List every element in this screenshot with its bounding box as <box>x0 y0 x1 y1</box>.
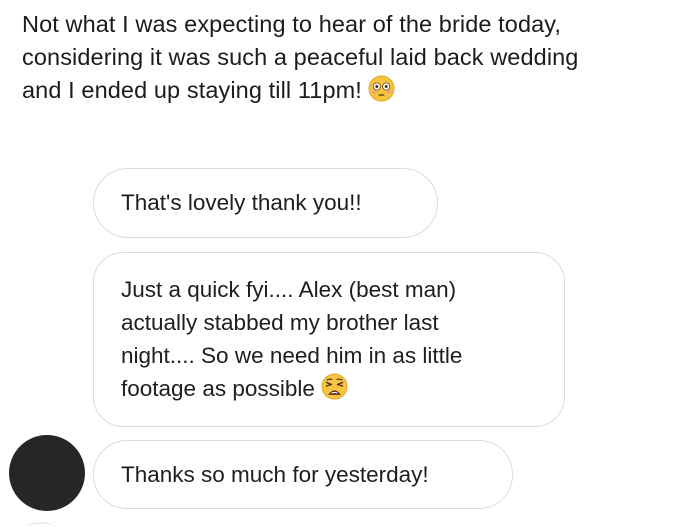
avatar[interactable] <box>9 435 85 511</box>
message-text: Just a quick fyi.... Alex (best man) <box>121 277 457 302</box>
message-text: Thanks so much for yesterday! <box>121 462 429 487</box>
message-text: actually stabbed my brother last <box>121 310 439 335</box>
weary-face-icon <box>321 373 348 409</box>
message-bubble[interactable]: Thanks so much for yesterday! <box>93 440 513 509</box>
caption-line: considering it was such a peaceful laid … <box>22 44 579 70</box>
post-caption: Not what I was expecting to hear of the … <box>22 8 682 111</box>
message-bubble[interactable]: That's lovely thank you!! <box>93 168 438 238</box>
partial-element <box>26 522 56 532</box>
message-text: That's lovely thank you!! <box>121 190 362 215</box>
message-text: night.... So we need him in as little <box>121 343 463 368</box>
flushed-face-icon <box>368 75 395 111</box>
message-text: footage as possible <box>121 376 315 401</box>
message-line: footage as possible <box>121 372 544 409</box>
message-bubble[interactable]: Just a quick fyi.... Alex (best man) act… <box>93 252 565 427</box>
caption-line-text: and I ended up staying till 11pm! <box>22 77 362 103</box>
caption-line: and I ended up staying till 11pm! <box>22 74 682 111</box>
caption-line: Not what I was expecting to hear of the … <box>22 11 562 37</box>
